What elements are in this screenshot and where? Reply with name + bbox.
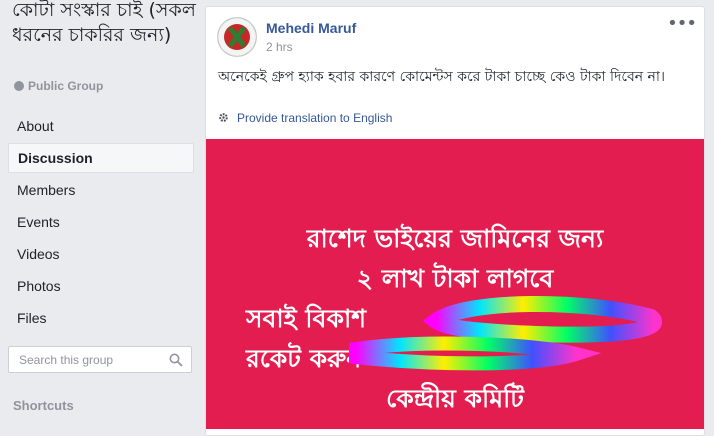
post-timestamp[interactable]: 2 hrs	[266, 40, 293, 54]
scribble-overlay	[349, 295, 663, 371]
post-text: অনেকেই গ্রুপ হ্যাক হবার কারণে কোমেন্টস ক…	[218, 69, 665, 85]
nav-discussion[interactable]: Discussion	[8, 143, 194, 173]
nav-photos[interactable]: Photos	[8, 271, 194, 301]
translate-label[interactable]: Provide translation to English	[237, 111, 392, 125]
nav-files[interactable]: Files	[8, 303, 194, 333]
more-options-icon[interactable]: •••	[667, 13, 697, 34]
search-icon[interactable]	[169, 353, 183, 367]
gear-icon	[219, 113, 228, 122]
group-nav: About Discussion Members Events Videos P…	[8, 111, 194, 335]
nav-about[interactable]: About	[8, 111, 194, 141]
group-sidebar: কোটা সংস্কার চাই (সকল ধরনের চাকরির জন্য)…	[0, 0, 205, 423]
translate-link[interactable]: Provide translation to English	[218, 111, 392, 125]
nav-members[interactable]: Members	[8, 175, 194, 205]
avatar-image	[218, 18, 256, 56]
group-search[interactable]	[8, 346, 192, 373]
avatar[interactable]	[217, 17, 257, 57]
post-image[interactable]: রাশেদ ভাইয়ের জামিনের জন্য ২ লাখ টাকা লা…	[206, 139, 704, 429]
shortcuts-heading: Shortcuts	[13, 398, 74, 413]
post-author[interactable]: Mehedi Maruf	[266, 20, 356, 36]
group-name[interactable]: কোটা সংস্কার চাই (সকল ধরনের চাকরির জন্য)	[12, 0, 202, 48]
group-privacy: Public Group	[14, 79, 103, 93]
globe-icon	[14, 81, 24, 91]
nav-videos[interactable]: Videos	[8, 239, 194, 269]
nav-events[interactable]: Events	[8, 207, 194, 237]
group-search-input[interactable]	[17, 352, 171, 368]
feed-post: Mehedi Maruf 2 hrs ••• অনেকেই গ্রুপ হ্যা…	[205, 6, 705, 436]
group-type-label: Public Group	[28, 79, 104, 93]
